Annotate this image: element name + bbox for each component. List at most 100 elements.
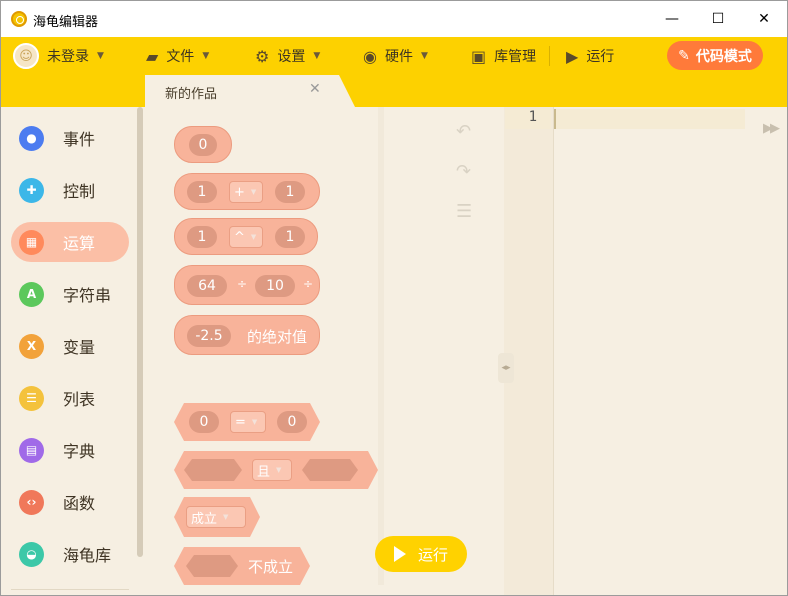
settings-menu-label: 设置 (277, 49, 306, 65)
and-operator-dropdown[interactable]: 且 ▼ (252, 459, 292, 481)
library-menu[interactable]: ▣ 库管理 (471, 37, 536, 75)
app-logo-icon (11, 11, 27, 27)
file-menu[interactable]: ▰ 文件 ▼ (146, 37, 209, 75)
pane-splitter-handle[interactable]: ◂▸ (498, 353, 514, 383)
div-operator-2: ÷ (303, 277, 314, 291)
abs-block[interactable]: -2.5 的绝对值 (174, 315, 320, 355)
pow-right-value[interactable]: 1 (275, 226, 305, 248)
pencil-icon: ✎ (678, 47, 690, 64)
sidebar-item-functions[interactable]: ‹› 函数 (11, 482, 129, 522)
workspace-scrollbar[interactable] (378, 107, 384, 585)
app-window: 海龟编辑器 — ☐ ✕ ☺ 未登录 ▼ ▰ 文件 ▼ ⚙ 设置 ▼ ◉ 硬件 ▼… (0, 0, 788, 596)
eq-operator: = (235, 414, 246, 430)
add-left-value[interactable]: 1 (187, 181, 217, 203)
add-operator-dropdown[interactable]: + ▼ (229, 181, 263, 203)
number-value[interactable]: 0 (189, 134, 217, 156)
sidebar-item-label: 字典 (63, 442, 96, 461)
list-icon: ☰ (19, 385, 44, 411)
sidebar-item-list[interactable]: ☰ 列表 (11, 378, 129, 418)
chevron-down-icon: ▼ (276, 466, 282, 474)
div-operator: ÷ (237, 277, 248, 291)
category-sidebar: ● 事件 ✚ 控制 ▦ 运算 A 字符串 X 变量 ☰ 列表 ▤ 字典 ‹› 函 (1, 107, 144, 595)
abs-value[interactable]: -2.5 (187, 325, 231, 347)
run-menu-label: 运行 (586, 49, 615, 65)
turtle-icon: ◒ (19, 541, 44, 567)
line-number: 1 (505, 109, 551, 129)
pow-operator-dropdown[interactable]: ^ ▼ (229, 226, 263, 248)
variable-x-icon: X (19, 333, 44, 359)
hardware-menu[interactable]: ◉ 硬件 ▼ (363, 37, 428, 75)
pow-left-value[interactable]: 1 (187, 226, 217, 248)
div-right-value[interactable]: 10 (255, 275, 295, 297)
code-mode-label: 代码模式 (695, 48, 752, 65)
user-menu-label: 未登录 (47, 49, 89, 65)
block-workspace[interactable]: 0 1 + ▼ 1 1 ^ ▼ 1 64 ÷ 10 ÷ -2.5 的绝对值 0 … (144, 107, 504, 595)
sidebar-item-label: 事件 (63, 130, 96, 149)
sidebar-item-turtle[interactable]: ◒ 海龟库 (11, 534, 129, 574)
close-icon[interactable]: ✕ (309, 81, 321, 97)
eq-left-value[interactable]: 0 (189, 411, 219, 433)
library-menu-label: 库管理 (494, 49, 537, 65)
undo-icon[interactable]: ↶ (456, 121, 471, 142)
eq-right-value[interactable]: 0 (277, 411, 307, 433)
true-dropdown[interactable]: 成立 ▼ (186, 506, 246, 528)
hardware-menu-label: 硬件 (384, 49, 413, 65)
letter-a-icon: A (19, 281, 44, 307)
calculator-icon: ▦ (19, 229, 44, 255)
cleanup-icon[interactable]: ☰ (456, 201, 472, 222)
minimize-button[interactable]: — (649, 1, 695, 37)
editor-gutter (504, 107, 554, 595)
tab-bar: 新的作品 ✕ (1, 75, 787, 107)
user-menu[interactable]: ☺ 未登录 ▼ (13, 37, 104, 75)
number-block[interactable]: 0 (174, 126, 232, 163)
avatar-icon: ☺ (13, 43, 39, 69)
code-brackets-icon: ‹› (19, 489, 44, 515)
run-menu[interactable]: ▶ 运行 (566, 37, 614, 75)
gear-icon: ⚙ (255, 46, 270, 66)
redo-icon[interactable]: ↷ (456, 161, 471, 182)
run-button[interactable]: 运行 (375, 536, 467, 572)
code-mode-button[interactable]: ✎ 代码模式 (667, 41, 763, 70)
chevron-down-icon: ▼ (97, 51, 104, 61)
sidebar-item-string[interactable]: A 字符串 (11, 274, 129, 314)
title-bar: 海龟编辑器 — ☐ ✕ (1, 1, 787, 37)
div-left-value[interactable]: 64 (187, 275, 227, 297)
chevron-down-icon: ▼ (250, 233, 257, 241)
folder-icon: ▰ (146, 46, 159, 66)
not-slot[interactable] (186, 555, 238, 577)
sidebar-item-events[interactable]: ● 事件 (11, 118, 129, 158)
power-block[interactable]: 1 ^ ▼ 1 (174, 218, 318, 255)
sidebar-item-operators[interactable]: ▦ 运算 (11, 222, 129, 262)
sidebar-divider (11, 589, 129, 590)
inbox-icon: ▣ (471, 46, 487, 66)
sidebar-item-variables[interactable]: X 变量 (11, 326, 129, 366)
close-button[interactable]: ✕ (741, 1, 787, 37)
sidebar-item-dict[interactable]: ▤ 字典 (11, 430, 129, 470)
add-right-value[interactable]: 1 (275, 181, 305, 203)
chevron-down-icon: ▼ (223, 513, 229, 521)
true-label: 成立 (191, 511, 218, 527)
add-block[interactable]: 1 + ▼ 1 (174, 173, 320, 210)
abs-label: 的绝对值 (247, 328, 308, 346)
menu-divider (549, 46, 550, 66)
sidebar-scrollbar[interactable] (137, 107, 143, 557)
eq-operator-dropdown[interactable]: = ▼ (230, 411, 266, 433)
sidebar-item-label: 字符串 (63, 286, 112, 305)
chevron-down-icon: ▼ (313, 51, 321, 61)
maximize-button[interactable]: ☐ (695, 1, 741, 37)
collapse-panel-icon[interactable]: ▶▶ (763, 121, 780, 136)
chevron-down-icon: ▼ (251, 418, 258, 426)
current-line-highlight[interactable] (554, 109, 745, 129)
code-editor[interactable] (554, 107, 787, 595)
divide-block[interactable]: 64 ÷ 10 ÷ (174, 265, 320, 305)
and-left-slot[interactable] (184, 459, 242, 481)
and-operator: 且 (257, 464, 271, 480)
play-icon (393, 546, 406, 562)
and-right-slot[interactable] (302, 459, 358, 481)
robot-icon: ◉ (363, 46, 377, 66)
tab-new-project[interactable]: 新的作品 ✕ (145, 75, 355, 107)
add-operator: + (234, 184, 245, 200)
settings-menu[interactable]: ⚙ 设置 ▼ (255, 37, 320, 75)
sidebar-item-control[interactable]: ✚ 控制 (11, 170, 129, 210)
sidebar-item-label: 列表 (63, 390, 96, 409)
